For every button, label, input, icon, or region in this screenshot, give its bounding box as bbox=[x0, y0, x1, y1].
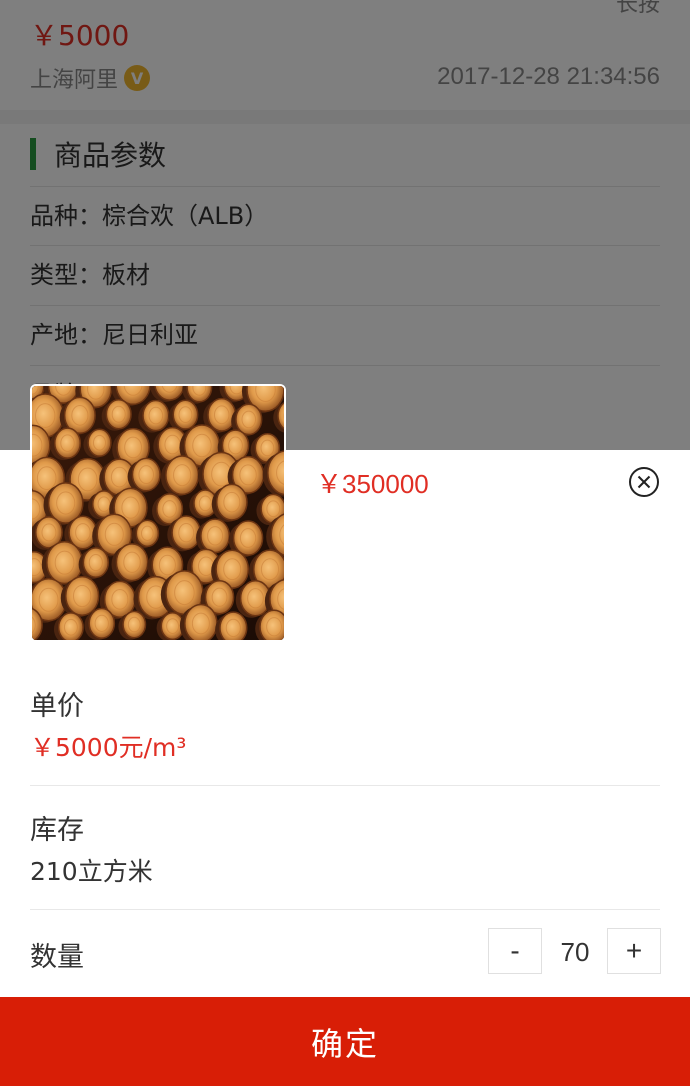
close-icon[interactable] bbox=[627, 465, 661, 499]
unit-price-value: ￥5000元/m³ bbox=[30, 733, 187, 762]
quantity-value[interactable]: 70 bbox=[546, 930, 604, 974]
quantity-decrease-button[interactable]: - bbox=[488, 928, 542, 974]
stock-label: 库存 bbox=[30, 815, 84, 846]
sheet-total-price: ￥350000 bbox=[316, 469, 429, 499]
modal-overlay[interactable] bbox=[0, 0, 690, 450]
confirm-button[interactable]: 确定 bbox=[0, 997, 690, 1086]
stacked-logs-image bbox=[32, 386, 284, 640]
product-thumbnail bbox=[30, 384, 286, 642]
divider bbox=[30, 785, 660, 786]
quantity-label: 数量 bbox=[30, 942, 84, 973]
divider bbox=[30, 909, 660, 910]
quantity-increase-button[interactable]: + bbox=[607, 928, 661, 974]
unit-price-label: 单价 bbox=[30, 691, 84, 722]
stock-value: 210立方米 bbox=[30, 857, 153, 886]
